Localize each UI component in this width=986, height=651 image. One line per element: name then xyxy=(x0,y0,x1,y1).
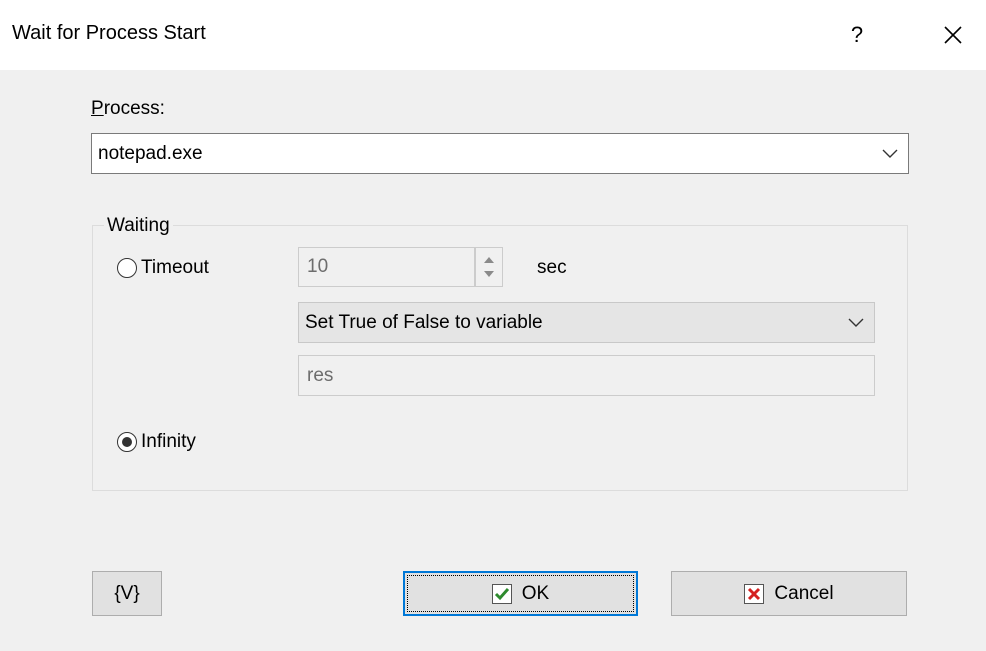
timeout-radio[interactable]: Timeout xyxy=(117,257,209,279)
waiting-group-title: Waiting xyxy=(104,215,173,237)
close-icon xyxy=(944,26,962,44)
chevron-down-icon[interactable] xyxy=(848,318,864,328)
chevron-down-icon[interactable] xyxy=(882,149,898,159)
spin-down-icon[interactable] xyxy=(484,271,494,277)
variables-button[interactable]: {V} xyxy=(92,571,162,616)
process-label-accesskey: P xyxy=(91,98,104,119)
title-bar: Wait for Process Start ? xyxy=(0,0,986,70)
timeout-radio-circle[interactable] xyxy=(117,258,137,278)
cancel-button-label: Cancel xyxy=(774,582,834,604)
focus-rectangle xyxy=(407,575,634,612)
process-combobox-value: notepad.exe xyxy=(98,142,203,164)
cancel-x-icon xyxy=(744,583,765,604)
timeout-input[interactable]: 10 xyxy=(298,247,475,287)
infinity-radio-label: Infinity xyxy=(141,431,196,452)
window-title: Wait for Process Start xyxy=(12,22,206,44)
radio-selected-dot xyxy=(122,437,132,447)
ok-button[interactable]: OK xyxy=(403,571,638,616)
spin-up-icon[interactable] xyxy=(484,257,494,263)
variables-button-label: {V} xyxy=(114,582,140,604)
process-combobox[interactable]: notepad.exe xyxy=(91,133,909,174)
infinity-radio[interactable]: Infinity xyxy=(117,431,196,453)
infinity-radio-circle[interactable] xyxy=(117,432,137,452)
process-label-text: rocess: xyxy=(103,98,165,119)
close-button[interactable] xyxy=(930,14,976,56)
process-label: Process: xyxy=(91,98,165,120)
action-combobox[interactable]: Set True of False to variable xyxy=(298,302,875,343)
cancel-button[interactable]: Cancel xyxy=(671,571,907,616)
timeout-radio-label: Timeout xyxy=(141,257,209,278)
action-combobox-value: Set True of False to variable xyxy=(305,311,543,333)
dialog-window: Wait for Process Start ? Process: notepa… xyxy=(0,0,986,651)
help-button[interactable]: ? xyxy=(834,14,880,56)
variable-input-value: res xyxy=(307,364,334,386)
variable-input[interactable]: res xyxy=(298,355,875,396)
timeout-spinner[interactable] xyxy=(475,247,503,287)
timeout-input-value: 10 xyxy=(307,256,329,277)
timeout-unit-label: sec xyxy=(537,257,567,278)
help-icon: ? xyxy=(850,22,864,47)
